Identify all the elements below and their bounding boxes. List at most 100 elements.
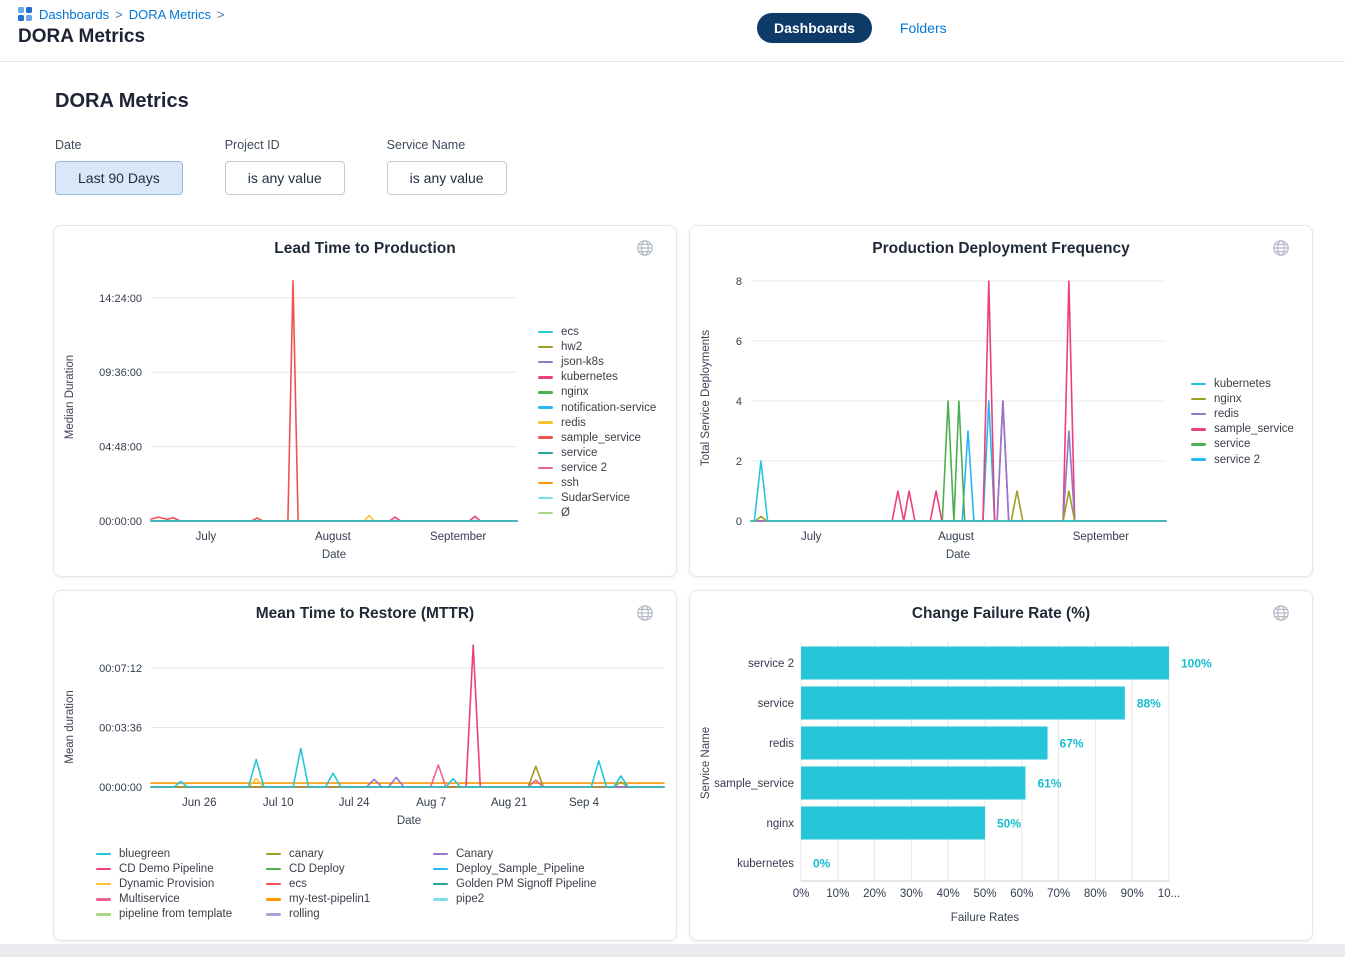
legend-swatch (538, 361, 553, 364)
globe-icon[interactable] (636, 239, 654, 257)
legend-item[interactable]: pipeline from template (96, 907, 232, 921)
legend-swatch (1191, 398, 1206, 401)
breadcrumb-dora-metrics[interactable]: DORA Metrics (129, 7, 211, 22)
globe-icon[interactable] (636, 604, 654, 622)
filter-project-id-value-button[interactable]: is any value (225, 161, 345, 195)
chart-title: Lead Time to Production (54, 240, 676, 258)
legend-item[interactable]: hw2 (538, 340, 582, 354)
svg-text:Sep 4: Sep 4 (569, 797, 600, 809)
legend-item[interactable]: Ø (538, 506, 570, 520)
legend-item[interactable]: Deploy_Sample_Pipeline (433, 862, 585, 876)
bar-redis[interactable] (801, 727, 1048, 760)
bar-sample_service[interactable] (801, 767, 1025, 800)
bar-service 2[interactable] (801, 647, 1169, 680)
legend-item[interactable]: kubernetes (1191, 377, 1271, 391)
legend-label: hw2 (561, 341, 582, 353)
legend-item[interactable]: Canary (433, 847, 493, 861)
legend-item[interactable]: nginx (1191, 392, 1242, 406)
legend-item[interactable]: ecs (538, 325, 579, 339)
legend-item[interactable]: canary (266, 847, 324, 861)
svg-text:10%: 10% (826, 888, 849, 900)
svg-text:Service Name: Service Name (700, 727, 712, 799)
legend-item[interactable]: service 2 (538, 461, 607, 475)
legend-item[interactable]: bluegreen (96, 847, 170, 861)
svg-text:Median Duration: Median Duration (64, 355, 76, 439)
legend-item[interactable]: rolling (266, 907, 320, 921)
breadcrumb: Dashboards > DORA Metrics > (18, 7, 225, 22)
legend-item[interactable]: redis (1191, 407, 1239, 421)
svg-text:July: July (801, 531, 822, 543)
legend-swatch (433, 883, 448, 886)
legend-item[interactable]: my-test-pipelin1 (266, 892, 370, 906)
legend-item[interactable]: CD Demo Pipeline (96, 862, 214, 876)
legend-label: CD Deploy (289, 863, 345, 875)
legend-swatch (266, 883, 281, 886)
legend-item[interactable]: redis (538, 416, 586, 430)
svg-text:Mean duration: Mean duration (64, 690, 76, 764)
svg-text:100%: 100% (1181, 657, 1212, 671)
svg-text:Aug 7: Aug 7 (416, 797, 446, 809)
svg-text:kubernetes: kubernetes (737, 858, 794, 870)
svg-text:80%: 80% (1084, 888, 1107, 900)
filter-service-name: Service Name is any value (387, 138, 507, 195)
legend-item[interactable]: service (538, 446, 597, 460)
legend-item[interactable]: service 2 (1191, 453, 1260, 467)
legend-item[interactable]: pipe2 (433, 892, 484, 906)
legend-swatch (538, 406, 553, 409)
svg-text:61%: 61% (1037, 777, 1061, 791)
svg-text:50%: 50% (973, 888, 996, 900)
svg-text:30%: 30% (900, 888, 923, 900)
legend-item[interactable]: sample_service (538, 431, 641, 445)
svg-text:August: August (938, 531, 975, 543)
svg-text:00:00:00: 00:00:00 (99, 516, 142, 528)
legend-item[interactable]: Golden PM Signoff Pipeline (433, 877, 596, 891)
svg-text:8: 8 (736, 276, 742, 288)
breadcrumb-separator: > (115, 7, 123, 22)
svg-text:Date: Date (946, 549, 970, 561)
change-failure-rate-chart: 0%10%20%30%40%50%60%70%80%90%10...100%se… (690, 591, 1314, 942)
legend-item[interactable]: sample_service (1191, 422, 1294, 436)
svg-text:90%: 90% (1121, 888, 1144, 900)
legend-item[interactable]: json-k8s (538, 355, 604, 369)
bar-service[interactable] (801, 687, 1125, 720)
legend-item[interactable]: Dynamic Provision (96, 877, 214, 891)
legend-label: nginx (1214, 393, 1242, 405)
legend-item[interactable]: nginx (538, 385, 589, 399)
legend-item[interactable]: service (1191, 437, 1250, 451)
legend-swatch (96, 883, 111, 886)
legend-item[interactable]: ssh (538, 476, 579, 490)
legend-label: rolling (289, 908, 320, 920)
filter-date: Date Last 90 Days (55, 138, 183, 195)
legend-item[interactable]: Multiservice (96, 892, 180, 906)
svg-text:2: 2 (736, 456, 742, 468)
legend-item[interactable]: kubernetes (538, 370, 618, 384)
bar-nginx[interactable] (801, 807, 985, 840)
breadcrumb-dashboards[interactable]: Dashboards (39, 7, 109, 22)
tab-folders[interactable]: Folders (900, 20, 947, 36)
globe-icon[interactable] (1272, 239, 1290, 257)
filter-service-name-label: Service Name (387, 138, 507, 152)
svg-text:4: 4 (736, 396, 742, 408)
legend-label: Deploy_Sample_Pipeline (456, 863, 585, 875)
legend-label: Multiservice (119, 893, 180, 905)
tab-dashboards[interactable]: Dashboards (757, 13, 872, 43)
svg-text:88%: 88% (1137, 697, 1161, 711)
legend-item[interactable]: notification-service (538, 401, 656, 415)
filter-service-name-value-button[interactable]: is any value (387, 161, 507, 195)
svg-text:Aug 21: Aug 21 (491, 797, 527, 809)
legend-swatch (266, 853, 281, 856)
legend-label: redis (561, 417, 586, 429)
legend-item[interactable]: SudarService (538, 491, 630, 505)
legend-item[interactable]: ecs (266, 877, 307, 891)
legend-item[interactable]: CD Deploy (266, 862, 345, 876)
svg-text:6: 6 (736, 336, 742, 348)
svg-text:09:36:00: 09:36:00 (99, 367, 142, 379)
legend-swatch (266, 913, 281, 916)
globe-icon[interactable] (1272, 604, 1290, 622)
legend-swatch (1191, 458, 1206, 461)
legend-swatch (538, 512, 553, 515)
legend-label: service (561, 447, 597, 459)
filter-date-value-button[interactable]: Last 90 Days (55, 161, 183, 195)
legend-label: Dynamic Provision (119, 878, 214, 890)
legend-label: SudarService (561, 492, 630, 504)
